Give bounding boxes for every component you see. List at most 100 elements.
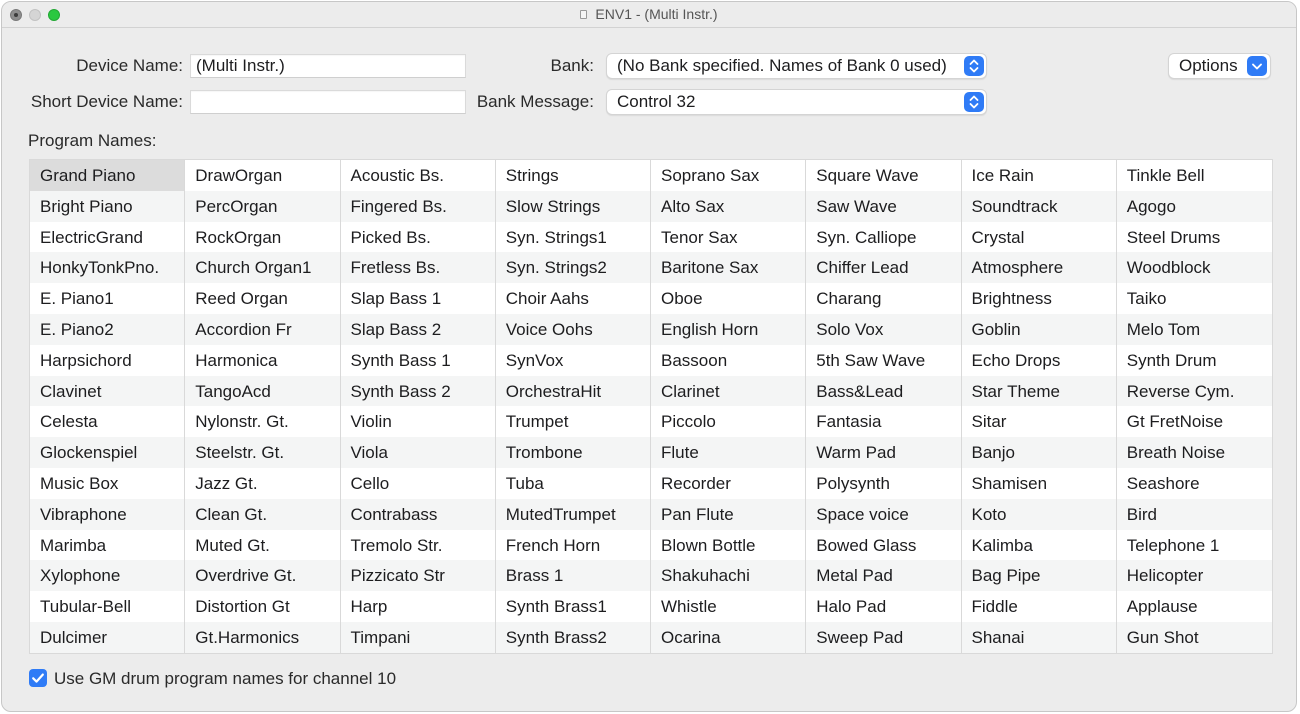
program-name-cell[interactable]: Synth Brass1 <box>496 591 650 622</box>
program-name-cell[interactable]: Steelstr. Gt. <box>185 437 340 468</box>
program-name-cell[interactable]: Koto <box>961 498 1116 530</box>
program-name-cell[interactable]: Alto Sax <box>651 190 806 222</box>
program-name-cell[interactable]: Overdrive Gt. <box>185 560 340 592</box>
program-name-cell[interactable]: E. Piano2 <box>30 313 185 345</box>
program-name-cell[interactable]: Fretless Bs. <box>340 252 495 284</box>
program-name-cell[interactable]: Distortion Gt <box>185 591 339 622</box>
bank-message-popup[interactable]: Control 32 <box>606 89 987 115</box>
program-name-cell[interactable]: Vibraphone <box>30 498 185 530</box>
program-name-cell[interactable]: Goblin <box>961 313 1116 345</box>
program-name-cell[interactable]: Synth Bass 2 <box>340 375 495 407</box>
program-name-cell[interactable]: Celesta <box>30 406 184 437</box>
program-name-cell[interactable]: Bassoon <box>651 345 805 376</box>
program-name-cell[interactable]: Tremolo Str. <box>341 530 495 561</box>
program-name-cell[interactable]: Picked Bs. <box>341 222 495 253</box>
program-name-cell[interactable]: DrawOrgan <box>185 160 339 191</box>
program-name-cell[interactable]: Soundtrack <box>961 190 1116 222</box>
program-name-cell[interactable]: Bag Pipe <box>961 560 1116 592</box>
program-name-cell[interactable]: TangoAcd <box>185 375 340 407</box>
program-name-cell[interactable]: Kalimba <box>962 530 1116 561</box>
program-name-cell[interactable]: Harp <box>341 591 495 622</box>
short-device-name-field[interactable] <box>190 90 466 114</box>
program-name-cell[interactable]: Applause <box>1117 591 1272 622</box>
program-name-cell[interactable]: Bowed Glass <box>806 530 960 561</box>
program-name-cell[interactable]: Brass 1 <box>495 560 650 592</box>
program-name-cell[interactable]: Choir Aahs <box>496 283 650 314</box>
bank-popup[interactable]: (No Bank specified. Names of Bank 0 used… <box>606 53 987 79</box>
program-name-cell[interactable]: Church Organ1 <box>185 252 340 284</box>
program-name-cell[interactable]: Syn. Strings2 <box>495 252 650 284</box>
program-name-cell[interactable]: HonkyTonkPno. <box>30 252 185 284</box>
program-name-cell[interactable]: Nylonstr. Gt. <box>185 406 339 437</box>
program-name-cell[interactable]: Pan Flute <box>651 498 806 530</box>
program-name-cell[interactable]: Clavinet <box>30 375 185 407</box>
program-name-cell[interactable]: Contrabass <box>340 498 495 530</box>
program-name-cell[interactable]: Solo Vox <box>806 313 961 345</box>
program-name-cell[interactable]: Acoustic Bs. <box>341 160 495 191</box>
program-name-cell[interactable]: Glockenspiel <box>30 437 185 468</box>
program-name-cell[interactable]: Clarinet <box>651 375 806 407</box>
program-name-cell[interactable]: Breath Noise <box>1116 437 1272 468</box>
program-name-cell[interactable]: RockOrgan <box>185 222 339 253</box>
program-name-cell[interactable]: Reverse Cym. <box>1116 375 1272 407</box>
program-name-cell[interactable]: Grand Piano <box>30 160 185 191</box>
program-name-cell[interactable]: Brightness <box>962 283 1116 314</box>
program-name-cell[interactable]: Polysynth <box>806 468 960 499</box>
program-name-cell[interactable]: Xylophone <box>30 560 185 592</box>
program-name-cell[interactable]: Shanai <box>961 621 1116 653</box>
program-name-cell[interactable]: Tinkle Bell <box>1117 160 1272 191</box>
program-name-cell[interactable]: Syn. Strings1 <box>496 222 650 253</box>
program-name-cell[interactable]: Woodblock <box>1116 252 1272 284</box>
program-name-cell[interactable]: Harmonica <box>185 345 339 376</box>
program-name-cell[interactable]: Square Wave <box>806 160 960 191</box>
program-name-cell[interactable]: Telephone 1 <box>1117 530 1272 561</box>
program-name-cell[interactable]: Jazz Gt. <box>185 468 339 499</box>
program-name-cell[interactable]: Gt.Harmonics <box>185 621 340 653</box>
program-name-cell[interactable]: Melo Tom <box>1116 313 1272 345</box>
program-name-cell[interactable]: Synth Brass2 <box>495 621 650 653</box>
program-name-cell[interactable]: Saw Wave <box>806 190 961 222</box>
program-name-cell[interactable]: Baritone Sax <box>651 252 806 284</box>
program-name-cell[interactable]: Flute <box>651 437 806 468</box>
program-name-cell[interactable]: Warm Pad <box>806 437 961 468</box>
program-name-cell[interactable]: Music Box <box>30 468 184 499</box>
program-name-cell[interactable]: Sitar <box>962 406 1116 437</box>
program-name-cell[interactable]: Synth Drum <box>1117 345 1272 376</box>
program-name-cell[interactable]: Metal Pad <box>806 560 961 592</box>
program-name-cell[interactable]: Syn. Calliope <box>806 222 960 253</box>
options-menu-button[interactable]: Options <box>1168 53 1271 79</box>
program-name-cell[interactable]: Slap Bass 1 <box>341 283 495 314</box>
program-name-cell[interactable]: Halo Pad <box>806 591 960 622</box>
program-name-cell[interactable]: French Horn <box>496 530 650 561</box>
program-name-cell[interactable]: E. Piano1 <box>30 283 184 314</box>
program-name-cell[interactable]: Recorder <box>651 468 805 499</box>
program-name-cell[interactable]: Sweep Pad <box>806 621 961 653</box>
program-name-cell[interactable]: Tuba <box>496 468 650 499</box>
program-name-cell[interactable]: Ice Rain <box>962 160 1116 191</box>
program-name-cell[interactable]: Echo Drops <box>962 345 1116 376</box>
program-name-cell[interactable]: MutedTrumpet <box>495 498 650 530</box>
program-name-cell[interactable]: Piccolo <box>651 406 805 437</box>
program-name-cell[interactable]: Timpani <box>340 621 495 653</box>
program-name-cell[interactable]: Atmosphere <box>961 252 1116 284</box>
program-name-cell[interactable]: Clean Gt. <box>185 498 340 530</box>
program-name-cell[interactable]: Gt FretNoise <box>1117 406 1272 437</box>
program-name-cell[interactable]: 5th Saw Wave <box>806 345 960 376</box>
program-name-cell[interactable]: OrchestraHit <box>495 375 650 407</box>
program-name-cell[interactable]: Violin <box>341 406 495 437</box>
gm-drum-names-checkbox[interactable] <box>29 669 47 687</box>
program-name-cell[interactable]: Banjo <box>961 437 1116 468</box>
program-name-cell[interactable]: Shakuhachi <box>651 560 806 592</box>
program-name-cell[interactable]: Harpsichord <box>30 345 184 376</box>
program-name-cell[interactable]: Taiko <box>1117 283 1272 314</box>
program-name-cell[interactable]: Fingered Bs. <box>340 190 495 222</box>
program-name-cell[interactable]: Star Theme <box>961 375 1116 407</box>
program-name-cell[interactable]: Soprano Sax <box>651 160 805 191</box>
program-name-cell[interactable]: Trombone <box>495 437 650 468</box>
program-name-cell[interactable]: Ocarina <box>651 621 806 653</box>
program-name-cell[interactable]: Pizzicato Str <box>340 560 495 592</box>
program-name-cell[interactable]: Seashore <box>1117 468 1272 499</box>
program-name-cell[interactable]: Tenor Sax <box>651 222 805 253</box>
program-name-cell[interactable]: Steel Drums <box>1117 222 1272 253</box>
program-name-cell[interactable]: Bird <box>1116 498 1272 530</box>
